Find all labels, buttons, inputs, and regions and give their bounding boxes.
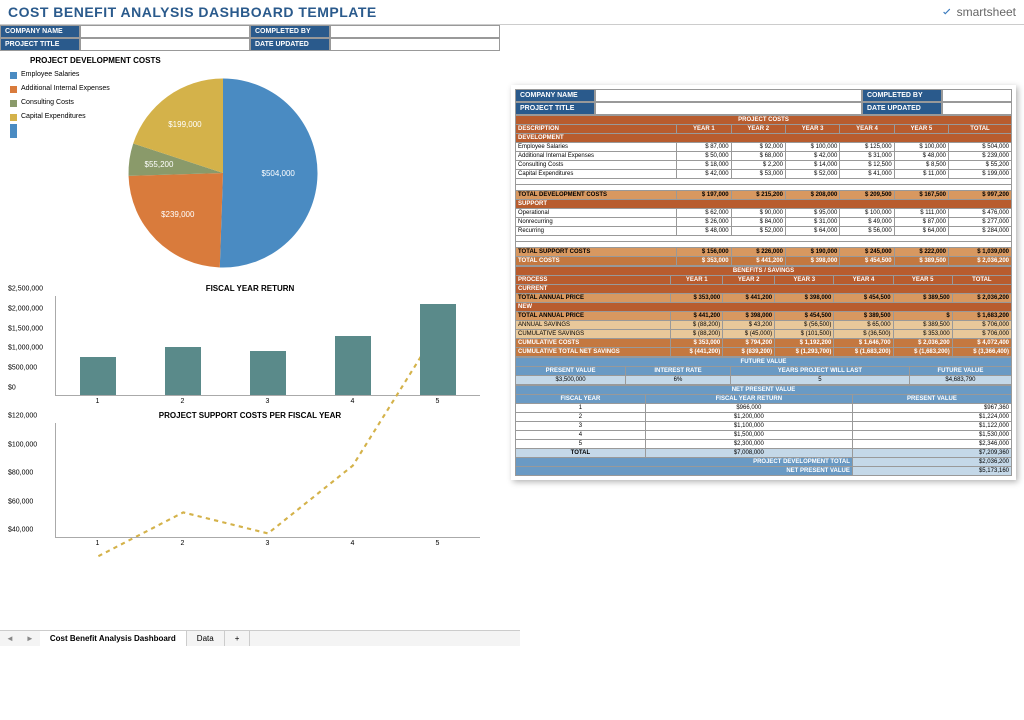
- smartsheet-logo: smartsheet: [940, 5, 1016, 19]
- pie-chart: $504,000$239,000$55,200$199,000: [118, 68, 328, 278]
- left-panel: PROJECT DEVELOPMENT COSTS Employee Salar…: [0, 50, 500, 547]
- company-name-label: COMPANY NAME: [0, 25, 80, 38]
- project-costs-table: PROJECT COSTSDESCRIPTIONYEAR 1YEAR 2YEAR…: [515, 115, 1012, 266]
- company-name-value[interactable]: [80, 25, 250, 38]
- legend-item: Additional Internal Expenses: [10, 82, 110, 96]
- info-bar-left: COMPANY NAME COMPLETED BY: [0, 25, 1024, 38]
- r-date-label: DATE UPDATED: [862, 102, 942, 115]
- legend-item: Employee Salaries: [10, 68, 110, 82]
- bar1-title: FISCAL YEAR RETURN: [10, 284, 490, 293]
- benefits-table: BENEFITS / SAVINGSPROCESSYEAR 1YEAR 2YEA…: [515, 266, 1012, 357]
- r-project-label: PROJECT TITLE: [515, 102, 595, 115]
- pie-legend: Employee SalariesAdditional Internal Exp…: [10, 68, 110, 138]
- tab-data[interactable]: Data: [187, 631, 225, 646]
- tab-add[interactable]: +: [225, 631, 251, 646]
- support-costs-chart: $40,000$60,000$80,000$100,000$120,000: [55, 423, 480, 538]
- legend-item: Capital Expenditures: [10, 110, 110, 124]
- tab-next-icon[interactable]: ►: [20, 631, 40, 646]
- r-completed-label: COMPLETED BY: [862, 89, 942, 102]
- page-title: COST BENEFIT ANALYSIS DASHBOARD TEMPLATE: [8, 4, 940, 20]
- completed-by-value[interactable]: [330, 25, 500, 38]
- tab-prev-icon[interactable]: ◄: [0, 631, 20, 646]
- pie-title: PROJECT DEVELOPMENT COSTS: [30, 56, 490, 65]
- tab-dashboard[interactable]: Cost Benefit Analysis Dashboard: [40, 631, 187, 646]
- check-icon: [940, 5, 954, 19]
- completed-by-label: COMPLETED BY: [250, 25, 330, 38]
- sheet-tabs: ◄ ► Cost Benefit Analysis Dashboard Data…: [0, 630, 520, 646]
- legend-item: Consulting Costs: [10, 96, 110, 110]
- bar2-title: PROJECT SUPPORT COSTS PER FISCAL YEAR: [10, 411, 490, 420]
- fiscal-year-return-chart: $0$500,000$1,000,000$1,500,000$2,000,000…: [55, 296, 480, 396]
- r-company-label: COMPANY NAME: [515, 89, 595, 102]
- right-panel: COMPANY NAME COMPLETED BY PROJECT TITLE …: [511, 85, 1016, 480]
- header-bar: COST BENEFIT ANALYSIS DASHBOARD TEMPLATE…: [0, 0, 1024, 25]
- future-value-table: FUTURE VALUEPRESENT VALUEINTEREST RATEYE…: [515, 357, 1012, 385]
- npv-table: NET PRESENT VALUEFISCAL YEARFISCAL YEAR …: [515, 385, 1012, 476]
